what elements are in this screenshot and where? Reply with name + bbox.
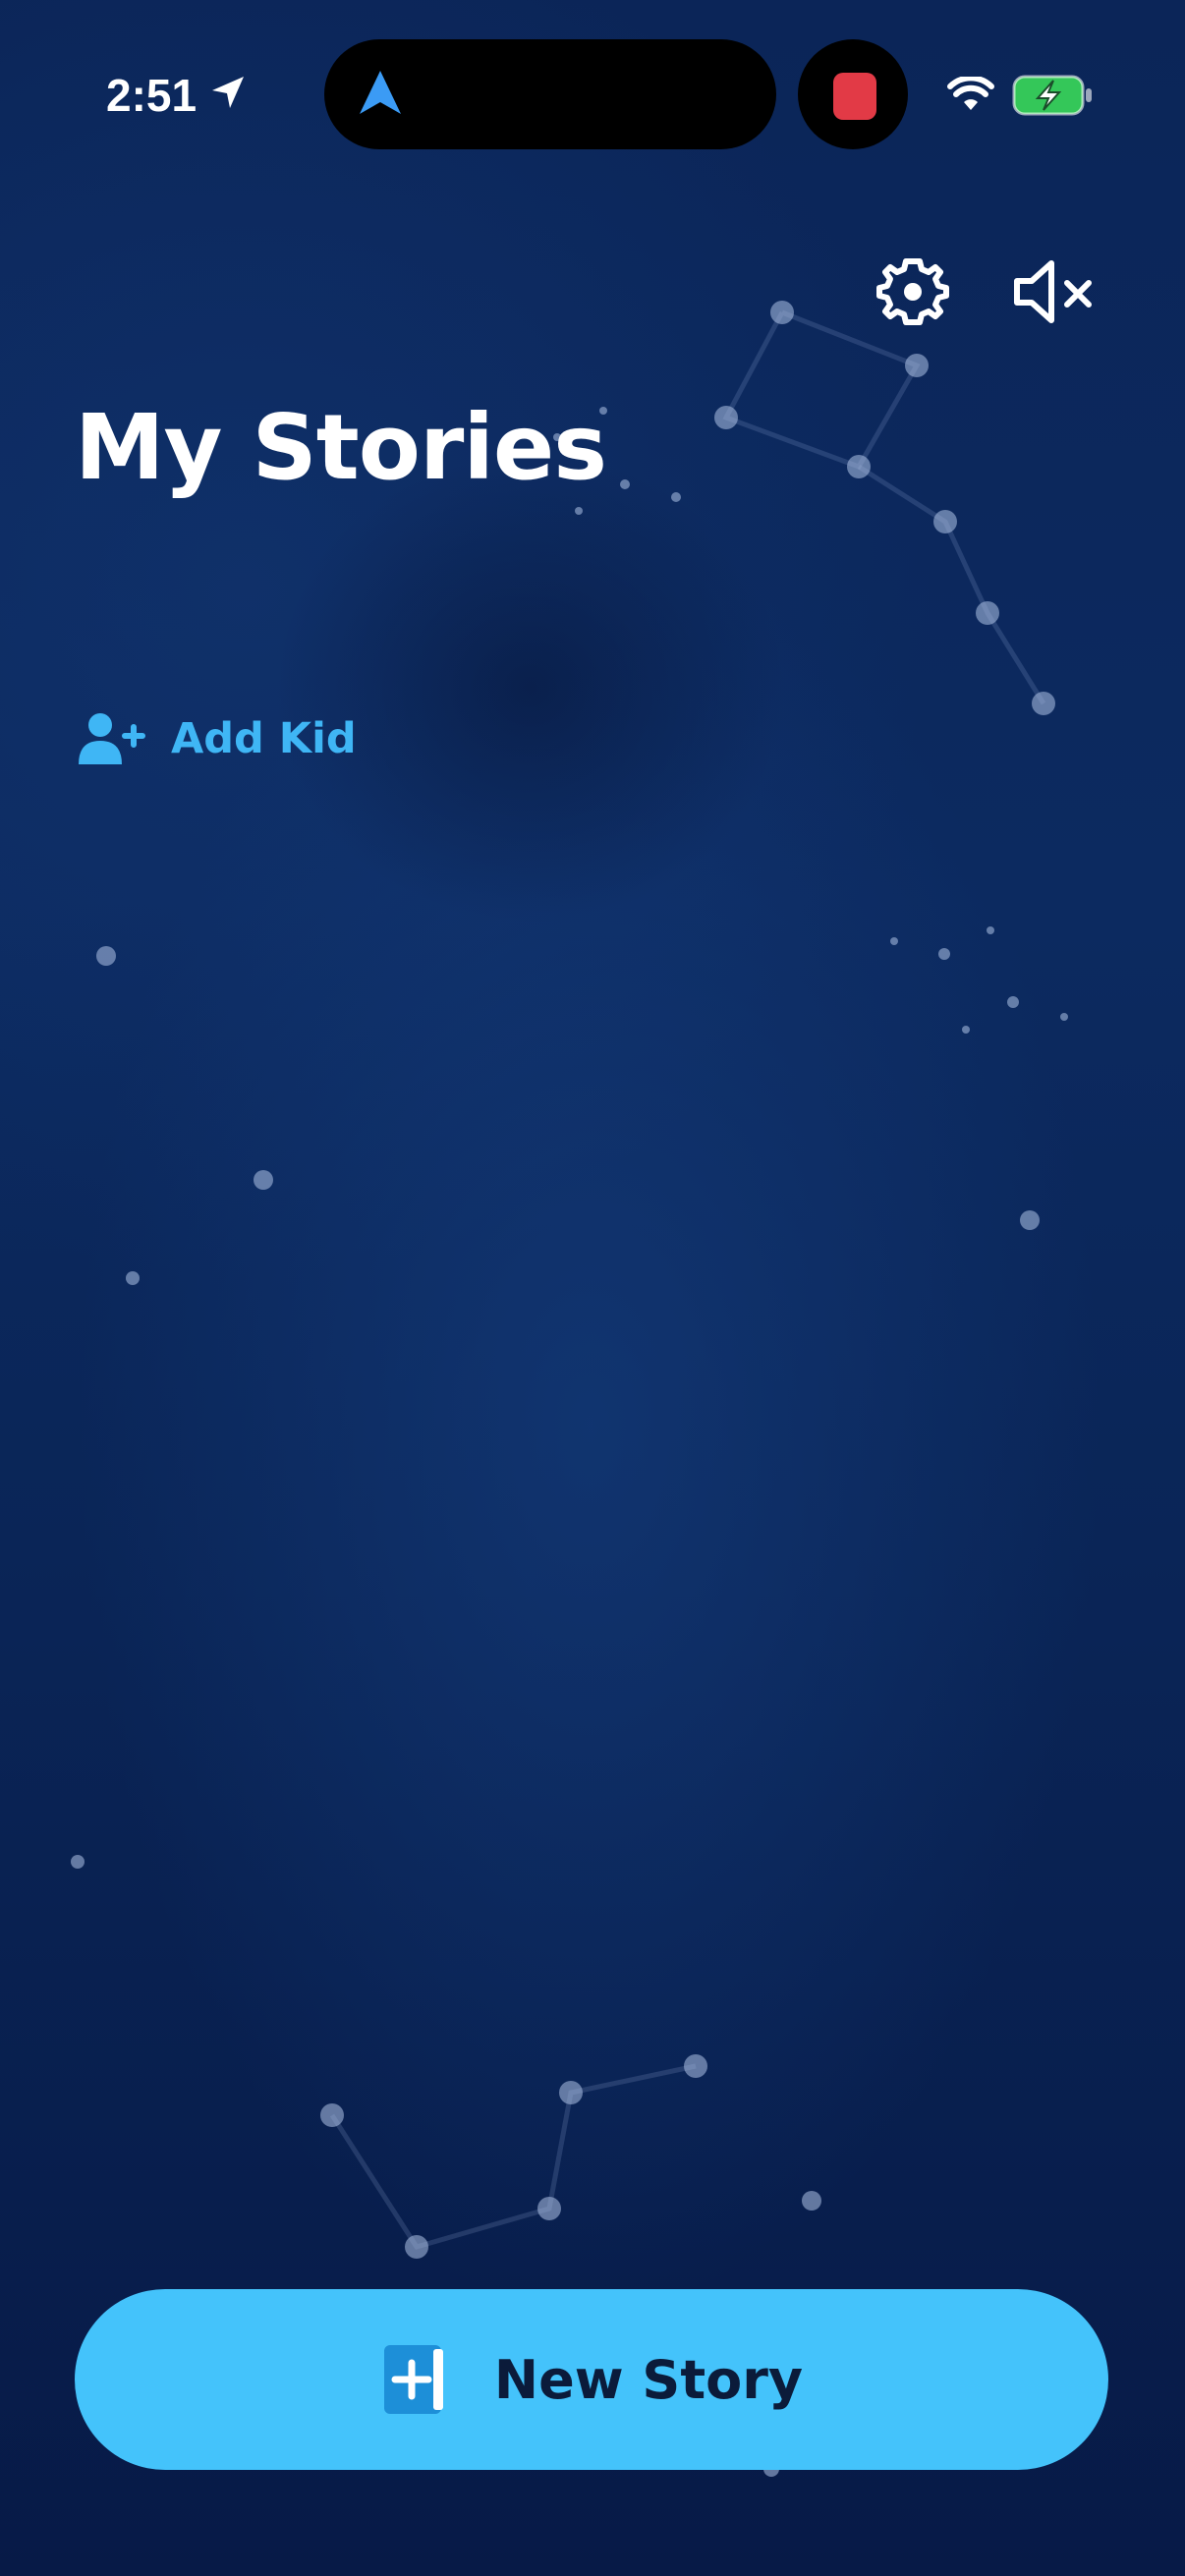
gear-icon[interactable] [876, 255, 949, 328]
app-screen: 2:51 My Stories Add Kid New Story [0, 0, 1185, 2576]
wifi-icon [947, 77, 994, 110]
book-plus-icon [383, 2345, 443, 2414]
battery-charging-icon [1012, 75, 1092, 116]
location-arrow-icon [212, 77, 244, 108]
navigation-icon [360, 71, 401, 114]
constellation-background [71, 301, 1068, 2477]
new-story-button[interactable]: New Story [75, 2289, 1108, 2470]
status-time: 2:51 [106, 70, 198, 121]
add-kid-button[interactable]: Add Kid [79, 703, 357, 774]
page-title: My Stories [75, 395, 607, 500]
speaker-muted-icon[interactable] [1012, 257, 1100, 326]
add-kid-label: Add Kid [171, 714, 357, 763]
app-activity-icon [833, 73, 876, 120]
user-plus-icon [79, 713, 145, 764]
new-story-label: New Story [493, 2348, 804, 2411]
